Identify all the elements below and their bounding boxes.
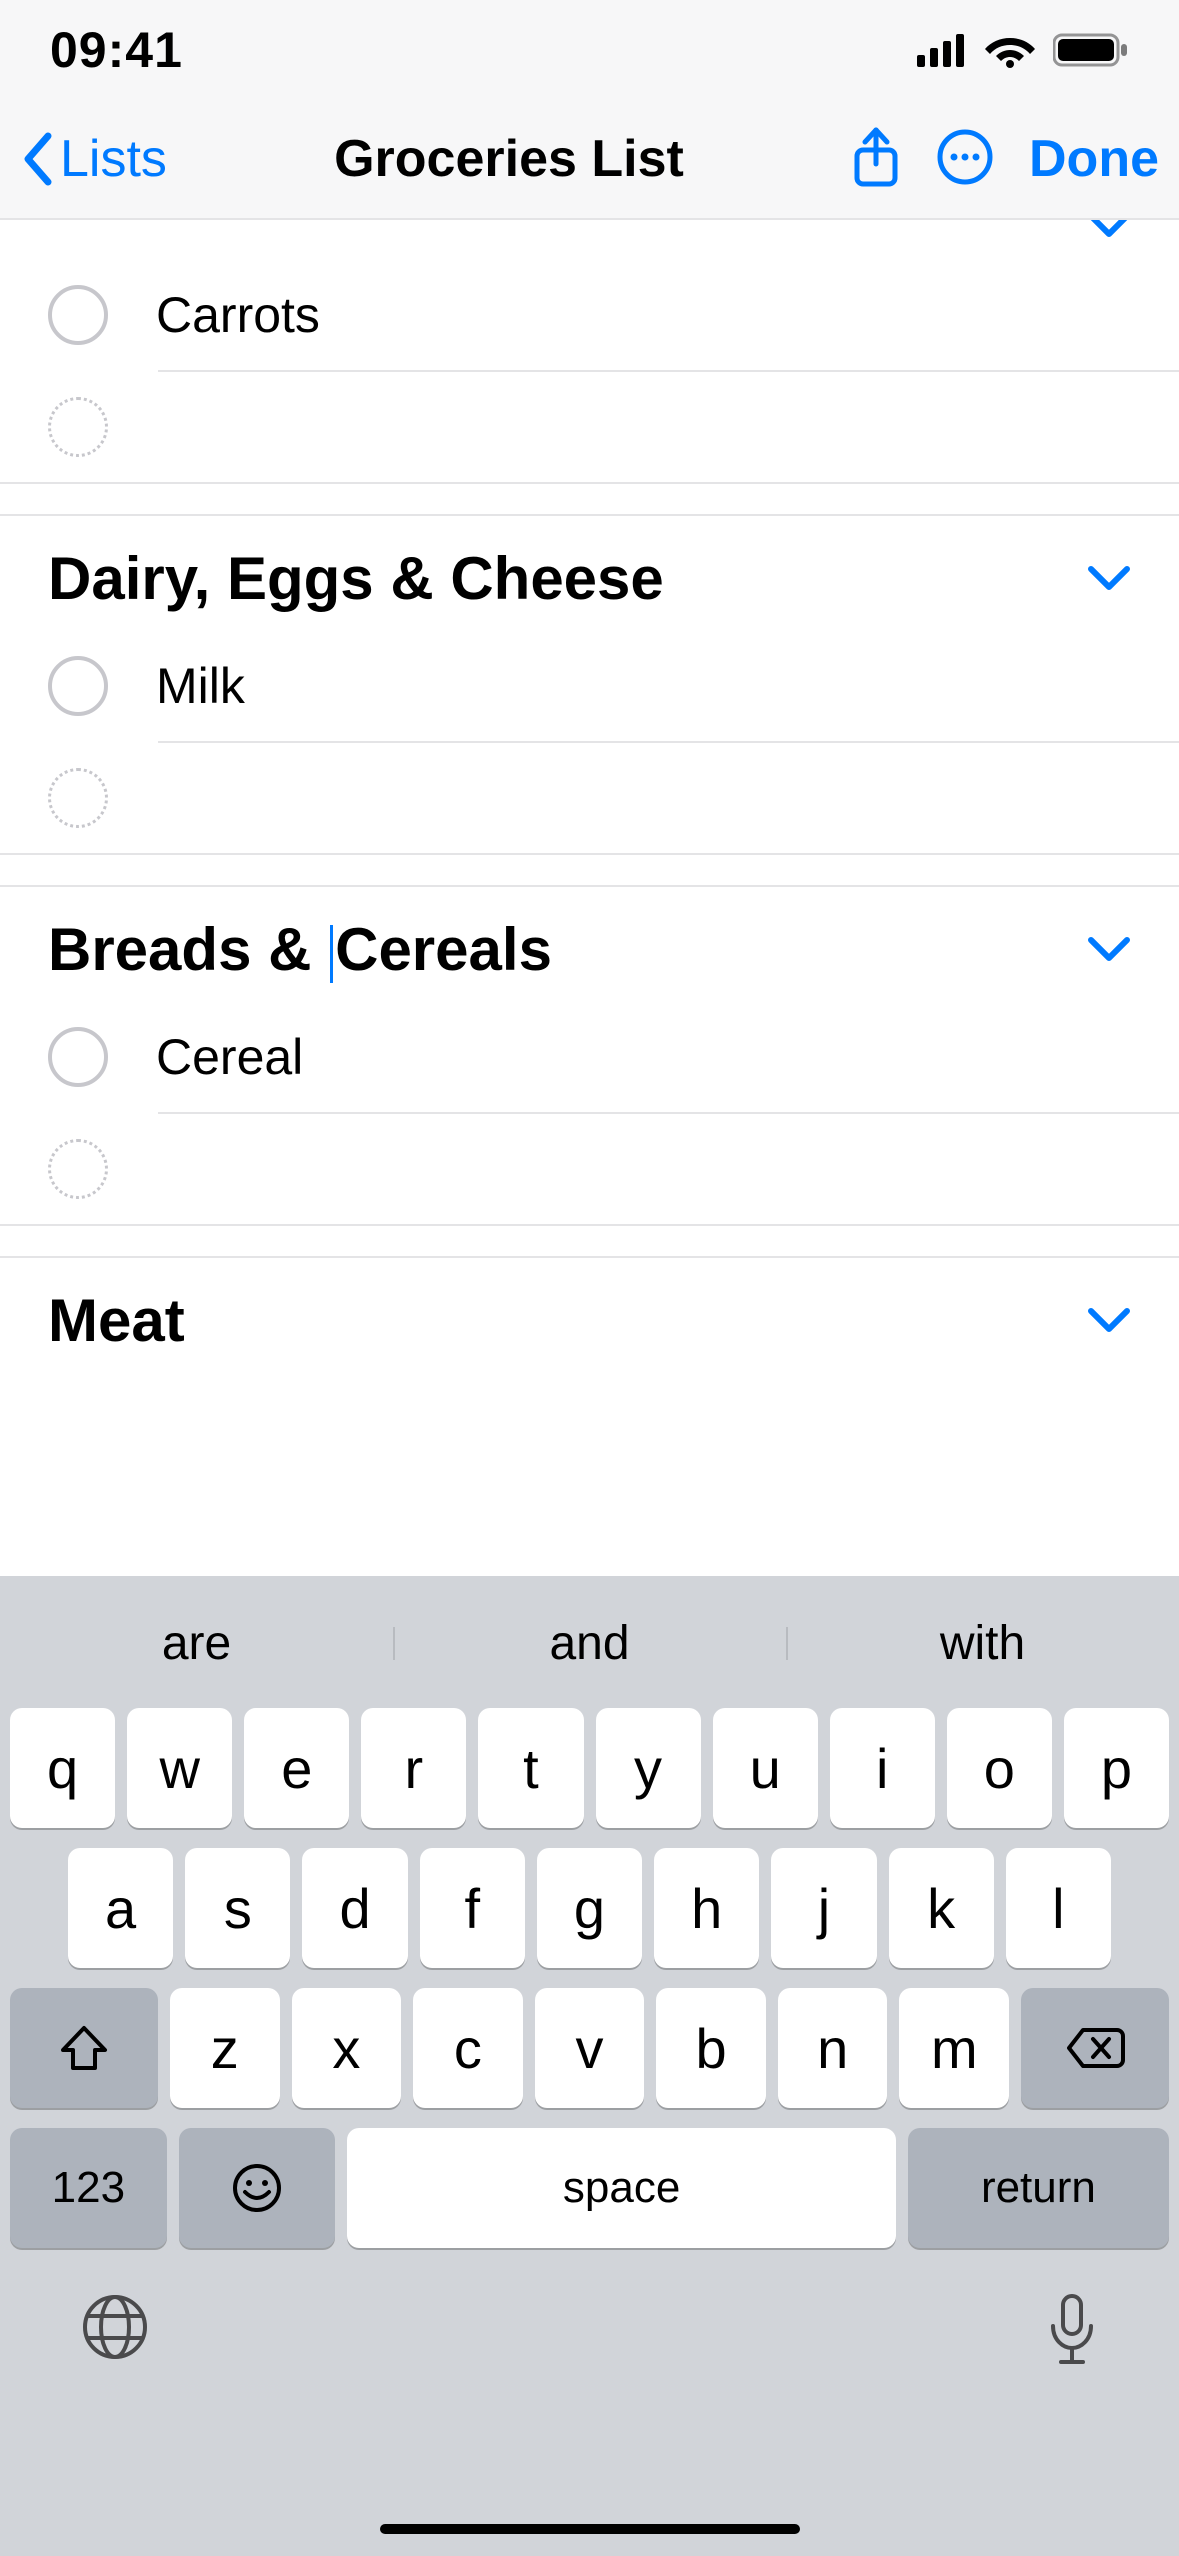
key-row-4: 123 space return: [10, 2128, 1169, 2248]
nav-bar: Lists Groceries List Done: [0, 100, 1179, 220]
status-time: 09:41: [50, 21, 183, 79]
ellipsis-circle-icon: [937, 129, 993, 185]
section-meat: Meat: [0, 1256, 1179, 1373]
new-item-row[interactable]: [0, 372, 1179, 482]
key-d[interactable]: d: [302, 1848, 407, 1968]
item-text[interactable]: Cereal: [156, 1028, 1131, 1086]
mic-icon: [1045, 2292, 1099, 2368]
add-item-placeholder-icon: [48, 1139, 108, 1199]
done-button[interactable]: Done: [1029, 129, 1159, 189]
space-key[interactable]: space: [347, 2128, 895, 2248]
key-m[interactable]: m: [899, 1988, 1009, 2108]
list-item[interactable]: Milk: [0, 631, 1179, 741]
key-v[interactable]: v: [535, 1988, 645, 2108]
key-a[interactable]: a: [68, 1848, 173, 1968]
key-l[interactable]: l: [1006, 1848, 1111, 1968]
back-button[interactable]: Lists: [20, 129, 167, 189]
checkbox[interactable]: [48, 656, 108, 716]
key-x[interactable]: x: [292, 1988, 402, 2108]
back-label: Lists: [60, 129, 167, 189]
key-y[interactable]: y: [596, 1708, 701, 1828]
key-u[interactable]: u: [713, 1708, 818, 1828]
section-dairy: Dairy, Eggs & Cheese Milk: [0, 514, 1179, 855]
suggestion[interactable]: and: [393, 1616, 786, 1671]
key-n[interactable]: n: [778, 1988, 888, 2108]
globe-button[interactable]: [80, 2292, 150, 2367]
section-header-dairy[interactable]: Dairy, Eggs & Cheese: [0, 516, 1179, 631]
key-f[interactable]: f: [420, 1848, 525, 1968]
key-row-1: q w e r t y u i o p: [10, 1708, 1169, 1828]
page-title: Groceries List: [167, 129, 851, 189]
dictation-button[interactable]: [1045, 2292, 1099, 2373]
share-icon: [851, 126, 901, 188]
key-q[interactable]: q: [10, 1708, 115, 1828]
cellular-icon: [917, 33, 967, 67]
section-title[interactable]: Breads & Cereals: [48, 915, 552, 984]
key-c[interactable]: c: [413, 1988, 523, 2108]
section-title: Meat: [48, 1286, 185, 1355]
shift-key[interactable]: [10, 1988, 158, 2108]
chevron-down-icon: [1087, 1307, 1131, 1335]
key-h[interactable]: h: [654, 1848, 759, 1968]
checkbox[interactable]: [48, 1027, 108, 1087]
item-text[interactable]: Milk: [156, 657, 1131, 715]
key-row-2: a s d f g h j k l: [10, 1848, 1169, 1968]
list-content[interactable]: Produce Carrots Dairy, Eggs & Cheese Mil…: [0, 220, 1179, 1576]
checkbox[interactable]: [48, 285, 108, 345]
suggestion-bar: are and with: [0, 1588, 1179, 1698]
chevron-left-icon: [20, 132, 56, 186]
section-produce: Produce Carrots: [0, 220, 1179, 484]
shift-icon: [59, 2024, 109, 2072]
key-z[interactable]: z: [170, 1988, 280, 2108]
section-title: Produce: [48, 220, 288, 224]
key-r[interactable]: r: [361, 1708, 466, 1828]
suggestion[interactable]: are: [0, 1616, 393, 1671]
home-indicator[interactable]: [380, 2524, 800, 2534]
emoji-key[interactable]: [179, 2128, 336, 2248]
suggestion[interactable]: with: [786, 1616, 1179, 1671]
add-item-placeholder-icon: [48, 768, 108, 828]
more-button[interactable]: [937, 129, 993, 190]
new-item-row[interactable]: [0, 1114, 1179, 1224]
status-icons: [917, 32, 1129, 68]
chevron-down-icon: [1087, 565, 1131, 593]
key-g[interactable]: g: [537, 1848, 642, 1968]
battery-icon: [1053, 32, 1129, 68]
share-button[interactable]: [851, 126, 901, 193]
numbers-key[interactable]: 123: [10, 2128, 167, 2248]
backspace-icon: [1065, 2026, 1125, 2070]
globe-icon: [80, 2292, 150, 2362]
list-item[interactable]: Cereal: [0, 1002, 1179, 1112]
section-title: Dairy, Eggs & Cheese: [48, 544, 664, 613]
section-header-breads[interactable]: Breads & Cereals: [0, 887, 1179, 1002]
new-item-row[interactable]: [0, 743, 1179, 853]
wifi-icon: [985, 32, 1035, 68]
chevron-down-icon: [1087, 220, 1131, 240]
section-breads: Breads & Cereals Cereal: [0, 885, 1179, 1226]
keyboard: are and with q w e r t y u i o p a s d f: [0, 1576, 1179, 2556]
key-e[interactable]: e: [244, 1708, 349, 1828]
item-text[interactable]: Carrots: [156, 286, 1131, 344]
section-header-produce[interactable]: Produce: [0, 220, 1179, 260]
list-item[interactable]: Carrots: [0, 260, 1179, 370]
key-s[interactable]: s: [185, 1848, 290, 1968]
chevron-down-icon: [1087, 936, 1131, 964]
emoji-icon: [231, 2162, 283, 2214]
key-k[interactable]: k: [889, 1848, 994, 1968]
key-j[interactable]: j: [771, 1848, 876, 1968]
status-bar: 09:41: [0, 0, 1179, 100]
key-w[interactable]: w: [127, 1708, 232, 1828]
key-b[interactable]: b: [656, 1988, 766, 2108]
key-i[interactable]: i: [830, 1708, 935, 1828]
add-item-placeholder-icon: [48, 397, 108, 457]
return-key[interactable]: return: [908, 2128, 1169, 2248]
backspace-key[interactable]: [1021, 1988, 1169, 2108]
key-row-3: z x c v b n m: [10, 1988, 1169, 2108]
key-o[interactable]: o: [947, 1708, 1052, 1828]
section-header-meat[interactable]: Meat: [0, 1258, 1179, 1373]
key-t[interactable]: t: [478, 1708, 583, 1828]
key-p[interactable]: p: [1064, 1708, 1169, 1828]
